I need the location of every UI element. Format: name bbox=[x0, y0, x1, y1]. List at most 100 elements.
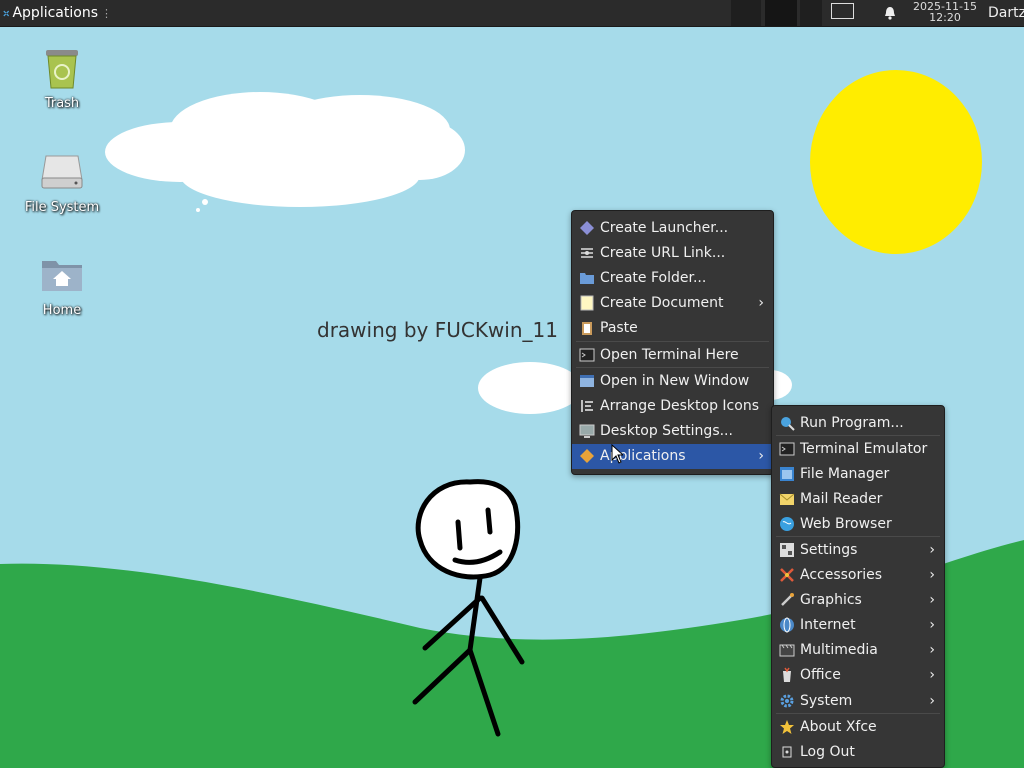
desktop-icon-label: Home bbox=[42, 303, 82, 318]
menu-item-multimedia[interactable]: Multimedia › bbox=[772, 638, 944, 663]
star-icon bbox=[780, 719, 794, 734]
menu-item-label: Paste bbox=[600, 320, 638, 337]
logout-icon bbox=[782, 746, 792, 758]
globe-icon bbox=[780, 516, 794, 531]
menu-item-label: Desktop Settings... bbox=[600, 423, 733, 440]
menu-item-label: Graphics bbox=[800, 592, 862, 609]
accessories-icon bbox=[780, 568, 794, 582]
menu-item-create-document[interactable]: Create Document › bbox=[572, 291, 773, 316]
applications-icon bbox=[580, 449, 594, 464]
menu-item-graphics[interactable]: Graphics › bbox=[772, 588, 944, 613]
file-manager-icon bbox=[780, 466, 794, 481]
menu-item-applications[interactable]: Applications › bbox=[572, 443, 773, 469]
menu-item-label: Office bbox=[800, 667, 841, 684]
internet-icon bbox=[780, 617, 794, 633]
desktop-context-menu: Create Launcher... Create URL Link... Cr… bbox=[571, 210, 774, 475]
menu-item-create-launcher[interactable]: Create Launcher... bbox=[572, 215, 773, 240]
menu-item-settings[interactable]: Settings › bbox=[772, 537, 944, 562]
menu-item-label: Create Folder... bbox=[600, 269, 707, 286]
chevron-right-icon: › bbox=[929, 692, 935, 709]
menu-item-label: Create URL Link... bbox=[600, 244, 726, 261]
menu-item-label: Multimedia bbox=[800, 642, 878, 659]
xfce-logo-icon bbox=[3, 10, 10, 16]
terminal-icon bbox=[779, 442, 795, 456]
arrange-icon bbox=[581, 399, 593, 412]
menu-item-open-in-new-window[interactable]: Open in New Window bbox=[572, 368, 773, 393]
gear-icon bbox=[780, 694, 794, 708]
chevron-right-icon: › bbox=[929, 617, 935, 634]
trash-icon bbox=[46, 50, 78, 89]
menu-item-label: Internet bbox=[800, 617, 856, 634]
paste-icon bbox=[582, 322, 592, 336]
menu-item-label: Accessories bbox=[800, 567, 883, 584]
sun-drawing bbox=[810, 70, 982, 254]
menu-item-internet[interactable]: Internet › bbox=[772, 613, 944, 638]
menu-item-desktop-settings[interactable]: Desktop Settings... bbox=[572, 419, 773, 444]
menu-item-about-xfce[interactable]: About Xfce bbox=[772, 714, 944, 739]
panel-handle-icon[interactable]: ⋮ bbox=[101, 7, 112, 20]
menu-item-label: System bbox=[800, 692, 853, 709]
menu-item-mail-reader[interactable]: Mail Reader bbox=[772, 486, 944, 511]
show-desktop-icon[interactable] bbox=[831, 3, 854, 19]
clock-time: 12:20 bbox=[929, 11, 961, 24]
run-icon bbox=[781, 416, 795, 431]
menu-item-label: Run Program... bbox=[800, 414, 904, 431]
workspace-1-button[interactable] bbox=[731, 0, 761, 26]
menu-item-web-browser[interactable]: Web Browser bbox=[772, 511, 944, 536]
menu-item-label: Create Launcher... bbox=[600, 219, 729, 236]
desktop-icon-home[interactable]: Home bbox=[12, 251, 112, 318]
menu-item-terminal-emulator[interactable]: Terminal Emulator bbox=[772, 436, 944, 461]
applications-submenu: Run Program... Terminal Emulator File Ma… bbox=[771, 405, 945, 768]
menu-item-run-program[interactable]: Run Program... bbox=[772, 410, 944, 435]
notification-bell-icon[interactable] bbox=[882, 5, 898, 21]
menu-item-label: Mail Reader bbox=[800, 490, 883, 507]
top-panel: Applications ⋮ 2025-11-15 12:20 Dartz bbox=[0, 0, 1024, 27]
menu-item-office[interactable]: Office › bbox=[772, 663, 944, 688]
menu-item-create-folder[interactable]: Create Folder... bbox=[572, 265, 773, 290]
applications-menu-button[interactable]: Applications ⋮ bbox=[0, 0, 112, 26]
chevron-right-icon: › bbox=[758, 295, 764, 312]
menu-item-paste[interactable]: Paste bbox=[572, 316, 773, 341]
workspace-2-button[interactable] bbox=[765, 0, 797, 26]
chevron-right-icon: › bbox=[929, 642, 935, 659]
document-icon bbox=[580, 295, 594, 311]
menu-item-system[interactable]: System › bbox=[772, 688, 944, 713]
settings-icon bbox=[780, 543, 794, 558]
menu-item-open-terminal-here[interactable]: Open Terminal Here bbox=[572, 342, 773, 367]
menu-item-label: Log Out bbox=[800, 743, 855, 760]
mail-icon bbox=[779, 493, 795, 505]
desktop-icon-label: Trash bbox=[44, 96, 80, 111]
menu-item-accessories[interactable]: Accessories › bbox=[772, 563, 944, 588]
chevron-right-icon: › bbox=[929, 542, 935, 559]
mouse-cursor-icon bbox=[611, 444, 623, 464]
desktop-icon-label: File System bbox=[24, 200, 100, 215]
terminal-icon bbox=[579, 348, 595, 362]
menu-item-file-manager[interactable]: File Manager bbox=[772, 461, 944, 486]
drive-icon bbox=[41, 155, 83, 189]
workspace-3-button[interactable] bbox=[800, 0, 822, 26]
chevron-right-icon: › bbox=[758, 448, 764, 465]
desktop-settings-icon bbox=[579, 424, 595, 439]
desktop-icon-file-system[interactable]: File System bbox=[12, 148, 112, 215]
graphics-icon bbox=[781, 593, 794, 607]
menu-item-label: Arrange Desktop Icons bbox=[600, 397, 759, 414]
menu-item-label: Terminal Emulator bbox=[800, 440, 928, 457]
menu-item-label: File Manager bbox=[800, 465, 890, 482]
drawing-caption: drawing by FUCKwin_11 bbox=[317, 318, 558, 342]
menu-item-log-out[interactable]: Log Out bbox=[772, 739, 944, 764]
window-icon bbox=[580, 374, 594, 387]
menu-item-label: Settings bbox=[800, 542, 858, 559]
clock[interactable]: 2025-11-15 12:20 bbox=[908, 1, 982, 23]
menu-item-arrange-desktop-icons[interactable]: Arrange Desktop Icons bbox=[572, 393, 773, 418]
menu-item-create-url-link[interactable]: Create URL Link... bbox=[572, 240, 773, 265]
menu-item-label: Open Terminal Here bbox=[600, 346, 739, 363]
launcher-icon bbox=[580, 220, 594, 235]
url-link-icon bbox=[581, 248, 593, 258]
user-menu[interactable]: Dartz bbox=[988, 0, 1024, 26]
desktop-icon-trash[interactable]: Trash bbox=[12, 44, 112, 111]
chevron-right-icon: › bbox=[929, 667, 935, 684]
menu-item-label: Web Browser bbox=[800, 515, 892, 532]
menu-item-label: Create Document bbox=[600, 295, 724, 312]
chevron-right-icon: › bbox=[929, 567, 935, 584]
menu-item-label: Open in New Window bbox=[600, 372, 750, 389]
